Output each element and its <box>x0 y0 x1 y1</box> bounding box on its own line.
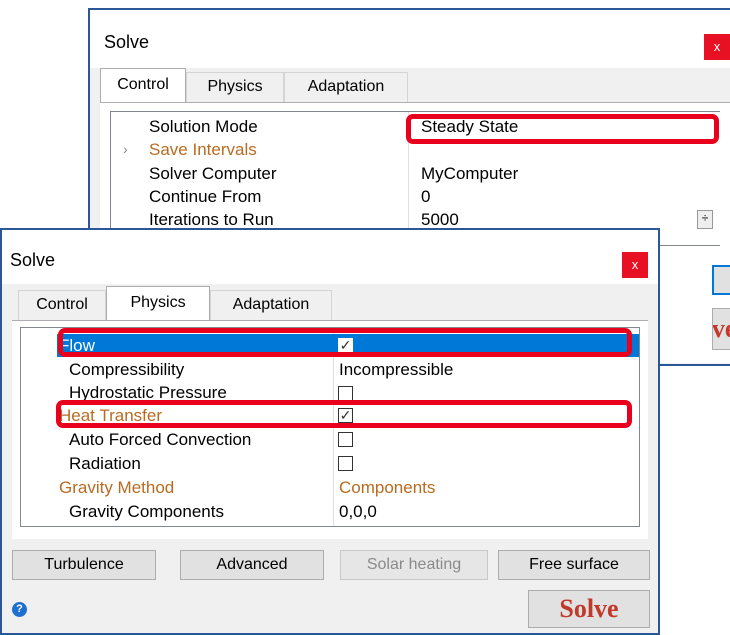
property-row-solver-computer[interactable]: Solver Computer MyComputer <box>111 162 720 185</box>
turbulence-button[interactable]: Turbulence <box>12 550 156 580</box>
tab-adaptation[interactable]: Adaptation <box>210 290 332 320</box>
help-icon[interactable]: ? <box>12 602 27 617</box>
close-button[interactable]: x <box>622 252 648 278</box>
highlight-heat-transfer <box>56 400 632 428</box>
property-row-radiation[interactable]: Radiation <box>21 452 639 475</box>
expand-chevron-icon[interactable]: › <box>123 138 128 161</box>
radiation-checkbox[interactable] <box>338 456 353 471</box>
property-row-gravity-method[interactable]: Gravity Method Components <box>21 476 639 499</box>
advanced-button[interactable]: Advanced <box>180 550 324 580</box>
solve-dialog-front: Solve x Control Physics Adaptation Flow … <box>0 228 660 635</box>
title-bar: Solve x <box>90 10 730 68</box>
close-button[interactable]: x <box>704 34 730 60</box>
property-row-auto-forced-convection[interactable]: Auto Forced Convection <box>21 428 639 451</box>
property-row-continue-from[interactable]: Continue From 0 <box>111 185 720 208</box>
spinner-icon[interactable]: ÷ <box>697 210 713 229</box>
highlight-flow <box>58 328 632 357</box>
hydrostatic-pressure-checkbox[interactable] <box>338 386 353 401</box>
solar-heating-button[interactable]: Solar heating <box>340 550 488 580</box>
window-title: Solve <box>104 32 150 52</box>
title-bar: Solve x <box>2 230 658 284</box>
button-partial[interactable] <box>712 265 730 295</box>
tab-physics[interactable]: Physics <box>106 286 210 320</box>
free-surface-button[interactable]: Free surface <box>498 550 650 580</box>
property-row-compressibility[interactable]: Compressibility Incompressible <box>21 358 639 381</box>
solve-button[interactable]: lve <box>712 308 730 350</box>
auto-forced-convection-checkbox[interactable] <box>338 432 353 447</box>
highlight-solution-mode <box>406 114 719 144</box>
solve-button[interactable]: Solve <box>528 590 650 628</box>
tab-control[interactable]: Control <box>100 68 186 102</box>
tab-physics[interactable]: Physics <box>186 72 284 102</box>
tab-control[interactable]: Control <box>18 290 106 320</box>
property-row-gravity-components[interactable]: Gravity Components 0,0,0 <box>21 500 639 523</box>
tab-adaptation[interactable]: Adaptation <box>284 72 408 102</box>
window-title: Solve <box>10 250 56 270</box>
